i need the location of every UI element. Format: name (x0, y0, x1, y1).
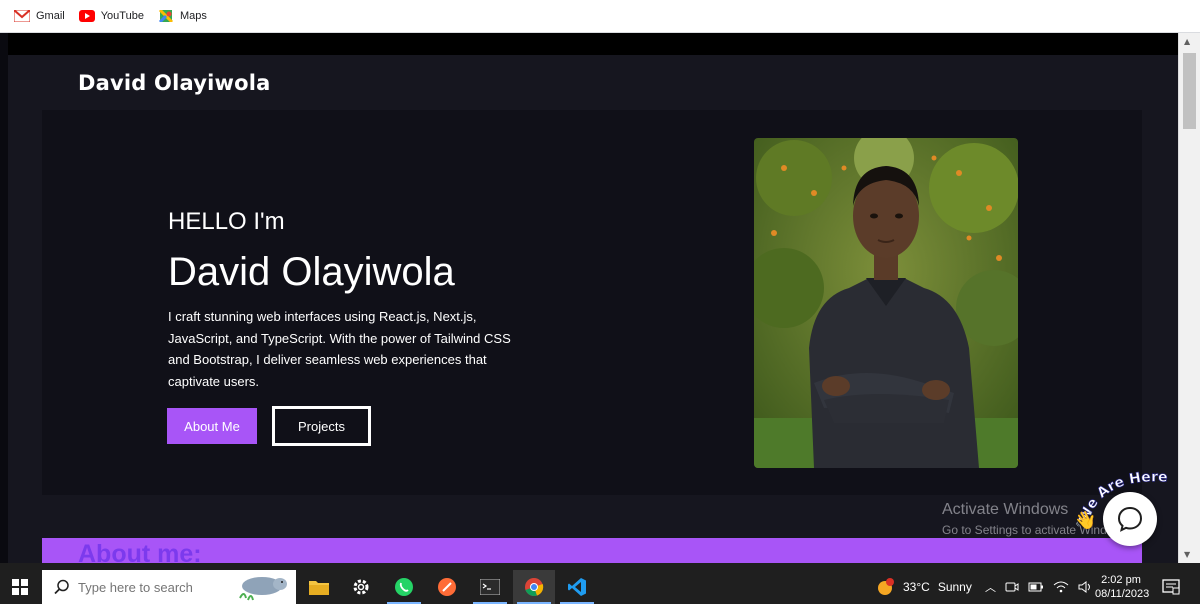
weather-condition: Sunny (937, 580, 972, 594)
portfolio-site: David Olayiwola HELLO I'm David Olayiwol… (8, 55, 1178, 563)
chevron-up-icon[interactable]: ︿ (985, 579, 996, 595)
taskbar-clock[interactable]: 2:02 pm 08/11/2023 (1095, 573, 1150, 601)
clock-time: 2:02 pm (1101, 574, 1141, 586)
notification-icon[interactable] (1162, 579, 1180, 595)
editor-status-strip (0, 563, 1200, 570)
scroll-up-arrow-icon[interactable]: ▲ (1184, 37, 1190, 46)
bookmark-label: YouTube (100, 10, 144, 22)
page-viewport: David Olayiwola HELLO I'm David Olayiwol… (8, 33, 1178, 563)
clock-date: 08/11/2023 (1095, 588, 1150, 600)
chat-button[interactable] (1103, 492, 1157, 546)
taskbar-terminal[interactable] (469, 570, 511, 604)
windows-taskbar: 33°C Sunny ︿ 2:02 pm 08/11/2023 (0, 570, 1200, 604)
site-logo[interactable]: David Olayiwola (78, 71, 271, 95)
waving-hand-icon: 👋 (1074, 510, 1096, 531)
postman-icon (438, 578, 456, 596)
page-scrollbar[interactable]: ▲ ▼ (1178, 33, 1200, 563)
meet-now-icon[interactable] (1005, 580, 1019, 594)
about-heading: About me: (78, 540, 202, 563)
scroll-down-arrow-icon[interactable]: ▼ (1184, 550, 1190, 559)
folder-icon (309, 581, 329, 595)
search-input[interactable] (78, 579, 228, 595)
scroll-thumb[interactable] (1183, 53, 1196, 129)
taskbar-settings[interactable] (340, 570, 382, 604)
manatee-search-highlight-icon (239, 577, 287, 601)
taskbar-vscode[interactable] (556, 570, 598, 604)
bookmarks-bar: Gmail YouTube Maps (0, 0, 1200, 33)
bookmark-label: Gmail (36, 10, 65, 22)
youtube-icon (78, 10, 95, 22)
hero-greeting: HELLO I'm (168, 208, 285, 235)
about-section: About me: (42, 538, 1142, 563)
terminal-icon (480, 579, 500, 595)
weather-temperature: 33°C (903, 580, 930, 594)
bookmark-gmail[interactable]: Gmail (14, 10, 65, 22)
taskbar-chrome[interactable] (513, 570, 555, 604)
taskbar-postman[interactable] (426, 570, 468, 604)
bookmark-maps[interactable]: Maps (158, 10, 207, 22)
hero-name: David Olayiwola (168, 250, 455, 294)
taskbar-whatsapp[interactable] (383, 570, 425, 604)
whatsapp-icon (395, 578, 413, 596)
profile-photo (754, 138, 1018, 468)
battery-icon[interactable] (1028, 581, 1044, 593)
wifi-icon[interactable] (1053, 581, 1069, 593)
about-me-button[interactable]: About Me (167, 408, 257, 444)
taskbar-search[interactable] (42, 570, 296, 604)
windows-start-icon[interactable] (12, 579, 28, 595)
hero-section: HELLO I'm David Olayiwola I craft stunni… (42, 110, 1142, 495)
search-icon (54, 579, 69, 595)
system-tray: ︿ (985, 570, 1094, 604)
weather-widget[interactable]: 33°C Sunny (875, 570, 972, 604)
taskbar-file-explorer[interactable] (298, 570, 340, 604)
bookmark-youtube[interactable]: YouTube (78, 10, 144, 22)
bookmark-label: Maps (179, 10, 207, 22)
gmail-icon (14, 10, 30, 22)
chrome-icon (525, 578, 544, 597)
hero-description: I craft stunning web interfaces using Re… (168, 309, 511, 389)
projects-button[interactable]: Projects (272, 406, 371, 446)
maps-icon (158, 10, 174, 22)
gear-icon (353, 579, 369, 595)
vscode-icon (568, 578, 586, 596)
volume-icon[interactable] (1078, 581, 1094, 593)
chat-bubble-icon (1117, 506, 1143, 532)
sun-icon (878, 578, 894, 595)
